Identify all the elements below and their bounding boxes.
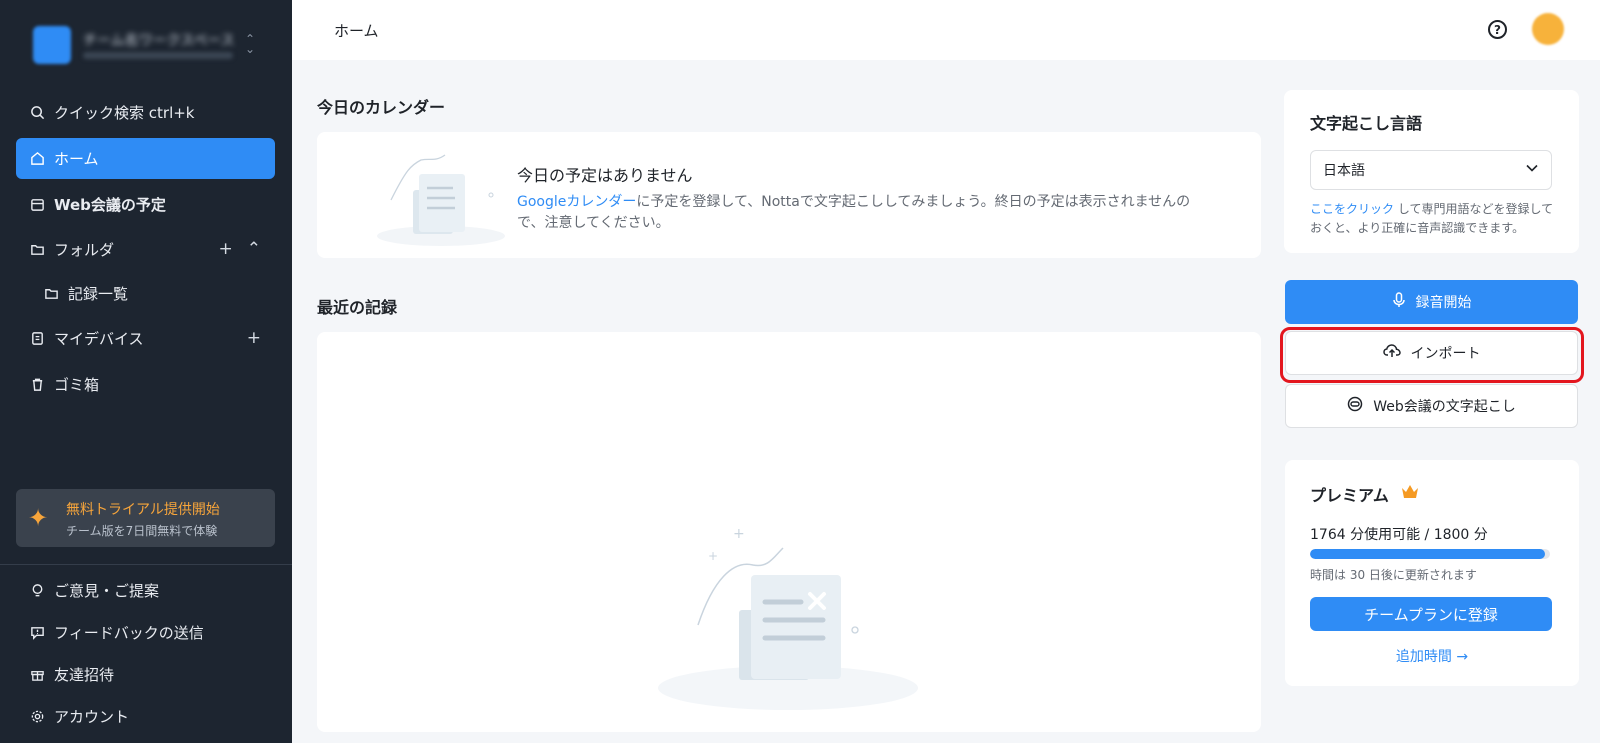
sidebar-item-label: ゴミ箱 (54, 376, 100, 394)
folder-icon (28, 242, 46, 257)
start-recording-button[interactable]: 録音開始 (1285, 280, 1578, 324)
breadcrumb: ホーム (334, 22, 379, 40)
recent-section-title: 最近の記録 (317, 298, 398, 317)
lightbulb-icon (28, 583, 46, 598)
sidebar-item-records[interactable]: 記録一覧 (30, 273, 275, 314)
sidebar-item-label: フィードバックの送信 (54, 624, 204, 642)
svg-text:+: + (708, 549, 718, 563)
crown-icon (1401, 484, 1419, 503)
microphone-icon (1392, 292, 1406, 312)
start-recording-label: 録音開始 (1415, 295, 1472, 311)
chevron-down-icon (1525, 161, 1539, 179)
import-button[interactable]: インポート (1285, 331, 1578, 375)
sidebar-item-label: Web会議の予定 (54, 196, 166, 214)
svg-text:+: + (733, 526, 745, 542)
empty-calendar-title: 今日の予定はありません (517, 166, 693, 185)
sparkle-icon: ✦ (28, 504, 49, 532)
renewal-note: 時間は 30 日後に更新されます (1310, 568, 1477, 582)
avatar[interactable] (1532, 13, 1564, 45)
feedback-icon (28, 625, 46, 640)
team-plan-button[interactable]: チームプランに登録 (1310, 597, 1552, 631)
premium-title: プレミアム (1310, 486, 1389, 505)
sidebar-item-label: フォルダ (54, 241, 115, 259)
calendar-icon (28, 197, 46, 212)
transcription-language-card: 文字起こし言語 日本語 ここをクリック して専門用語などを登録しておくと、より正… (1284, 90, 1579, 253)
empty-records-illustration: + + (658, 526, 918, 710)
gear-icon (28, 709, 46, 724)
search-icon (28, 105, 46, 120)
language-card-title: 文字起こし言語 (1310, 114, 1423, 133)
sidebar-item-label: アカウント (54, 708, 130, 726)
workspace-name: チーム名ワークスペース (83, 33, 235, 49)
free-trial-banner[interactable]: ✦ 無料トライアル提供開始 チーム版を7日間無料で体験 (16, 489, 275, 547)
help-icon[interactable]: ? (1488, 20, 1507, 39)
calendar-section-title: 今日のカレンダー (317, 98, 446, 117)
web-meeting-transcription-button[interactable]: Web会議の文字起こし (1285, 384, 1578, 428)
trial-subtitle: チーム版を7日間無料で体験 (66, 524, 218, 538)
language-select[interactable]: 日本語 (1310, 150, 1552, 190)
home-icon (28, 151, 46, 166)
sidebar-divider (0, 564, 292, 565)
empty-calendar-description: Googleカレンダーに予定を登録して、Nottaで文字起こししてみましょう。終… (517, 192, 1217, 234)
sidebar-item-account[interactable]: アカウント (16, 696, 275, 737)
usage-progress-bar (1310, 549, 1550, 559)
sidebar-item-my-devices[interactable]: マイデバイス + (16, 318, 275, 359)
add-device-icon[interactable]: + (247, 328, 261, 348)
premium-card: プレミアム 1764 分使用可能 / 1800 分 時間は 30 日後に更新され… (1285, 460, 1579, 686)
workspace-logo (33, 26, 71, 64)
sidebar-item-label: ご意見・ご提案 (54, 582, 160, 600)
sidebar-item-label: クイック検索 ctrl+k (54, 104, 195, 122)
sidebar-item-web-meetings[interactable]: Web会議の予定 (16, 184, 275, 225)
sidebar-item-suggestions[interactable]: ご意見・ご提案 (16, 570, 275, 611)
sidebar: チーム名ワークスペース ⌃ ⌄ クイック検索 ctrl+k ホーム Web会議の予… (0, 0, 292, 743)
empty-calendar-illustration (377, 154, 505, 246)
language-note: ここをクリック して専門用語などを登録しておくと、より正確に音声認識できます。 (1310, 200, 1560, 238)
trial-title: 無料トライアル提供開始 (66, 502, 220, 518)
chevron-updown-icon[interactable]: ⌃ ⌄ (245, 33, 255, 55)
trash-icon (28, 377, 46, 392)
folder-icon (42, 286, 60, 301)
recent-records-card: + + (317, 332, 1261, 732)
sidebar-item-label: 友達招待 (54, 666, 115, 684)
usage-progress-fill (1310, 549, 1546, 559)
cloud-upload-icon (1382, 343, 1401, 363)
workspace-switcher[interactable]: チーム名ワークスペース ⌃ ⌄ (33, 26, 265, 66)
sidebar-item-invite[interactable]: 友達招待 (16, 654, 275, 695)
device-icon (28, 331, 46, 346)
web-meeting-label: Web会議の文字起こし (1373, 399, 1516, 415)
import-label: インポート (1410, 346, 1481, 362)
sidebar-item-label: ホーム (54, 150, 99, 168)
sidebar-item-folders[interactable]: フォルダ + ⌃ (16, 229, 275, 270)
workspace-subtitle (83, 52, 233, 59)
sidebar-item-home[interactable]: ホーム (16, 138, 275, 179)
sidebar-item-label: 記録一覧 (68, 285, 129, 303)
gift-icon (28, 667, 46, 682)
sidebar-item-feedback[interactable]: フィードバックの送信 (16, 612, 275, 653)
language-selected-value: 日本語 (1323, 163, 1365, 179)
google-calendar-link[interactable]: Googleカレンダー (517, 194, 636, 210)
sidebar-item-quick-search[interactable]: クイック検索 ctrl+k (16, 92, 275, 133)
custom-vocabulary-link[interactable]: ここをクリック (1310, 202, 1394, 216)
top-bar: ホーム ? (292, 0, 1600, 60)
sidebar-item-label: マイデバイス (54, 330, 144, 348)
chevron-up-icon[interactable]: ⌃ (247, 239, 261, 259)
add-folder-icon[interactable]: + (219, 239, 233, 259)
minutes-usage: 1764 分使用可能 / 1800 分 (1310, 527, 1488, 543)
calendar-card: 今日の予定はありません Googleカレンダーに予定を登録して、Nottaで文字… (317, 132, 1261, 258)
meeting-icon (1347, 396, 1363, 416)
sidebar-item-trash[interactable]: ゴミ箱 (16, 364, 275, 405)
extra-time-link[interactable]: 追加時間 → (1285, 646, 1579, 666)
